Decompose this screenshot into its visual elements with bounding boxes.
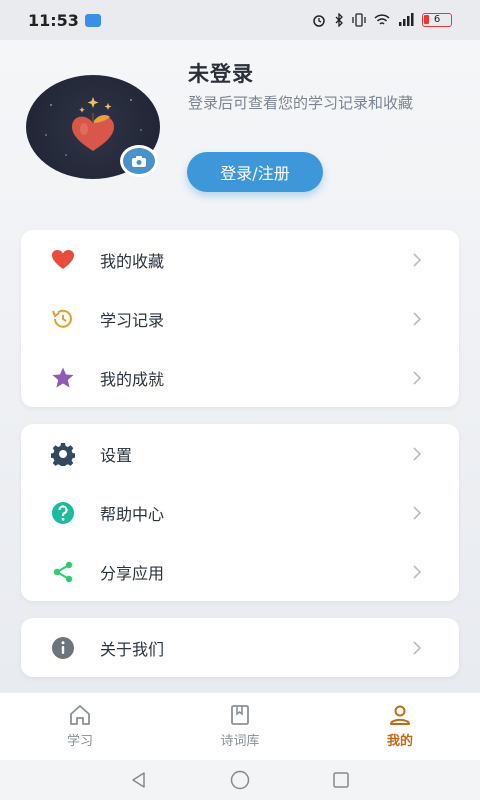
home-icon — [70, 705, 90, 725]
menu-item-label: 我的收藏 — [100, 251, 165, 271]
menu-item-about[interactable]: 关于我们 — [21, 618, 459, 677]
menu-item-share[interactable]: 分享应用 — [21, 542, 459, 601]
share-icon — [49, 558, 77, 586]
chevron-right-icon — [413, 641, 422, 655]
menu-card-about: 关于我们 — [21, 618, 459, 677]
heart-icon — [49, 246, 77, 274]
menu-item-history[interactable]: 学习记录 — [21, 289, 459, 348]
vibrate-icon — [352, 13, 366, 27]
chevron-right-icon — [413, 312, 422, 326]
message-notification-icon — [84, 13, 101, 27]
tab-study[interactable]: 学习 — [20, 704, 140, 749]
menu-item-achievements[interactable]: 我的成就 — [21, 348, 459, 407]
help-icon — [49, 499, 77, 527]
menu-item-label: 分享应用 — [100, 563, 165, 583]
chevron-right-icon — [413, 253, 422, 267]
bottom-tab-bar: 学习 诗词库 我的 — [0, 692, 480, 760]
login-register-button[interactable]: 登录/注册 — [187, 152, 323, 192]
chevron-right-icon — [413, 565, 422, 579]
chevron-right-icon — [413, 371, 422, 385]
gear-icon — [49, 440, 77, 468]
menu-item-label: 学习记录 — [100, 310, 165, 330]
status-right: 6 — [312, 13, 452, 27]
star-icon — [49, 364, 77, 392]
menu-card-secondary: 设置 帮助中心 分享应用 — [21, 424, 459, 601]
status-bar: 11:53 6 — [0, 0, 480, 40]
menu-item-label: 我的成就 — [100, 369, 165, 389]
recent-apps-icon[interactable] — [331, 770, 351, 790]
status-time: 11:53 — [28, 10, 79, 30]
user-icon — [390, 705, 410, 725]
menu-item-label: 设置 — [100, 445, 133, 465]
home-circle-icon[interactable] — [229, 769, 251, 791]
camera-icon — [132, 155, 146, 167]
system-navigation-bar — [0, 760, 480, 800]
back-icon[interactable] — [129, 770, 149, 790]
change-avatar-button[interactable] — [120, 145, 158, 177]
info-icon — [49, 634, 77, 662]
menu-item-label: 关于我们 — [100, 639, 165, 659]
chevron-right-icon — [413, 506, 422, 520]
menu-item-label: 帮助中心 — [100, 504, 165, 524]
tab-profile[interactable]: 我的 — [340, 704, 460, 749]
alarm-icon — [313, 15, 325, 27]
book-icon — [231, 705, 249, 725]
status-left: 11:53 — [28, 11, 101, 30]
signal-icon — [399, 13, 414, 26]
battery-indicator: 6 — [422, 13, 452, 27]
tab-label: 我的 — [386, 734, 413, 749]
bluetooth-icon — [335, 13, 343, 27]
tab-poetry-library[interactable]: 诗词库 — [180, 704, 300, 749]
menu-item-favorites[interactable]: 我的收藏 — [21, 230, 459, 289]
chevron-right-icon — [413, 447, 422, 461]
profile-name: 未登录 — [188, 62, 254, 86]
menu-item-help[interactable]: 帮助中心 — [21, 483, 459, 542]
tab-label: 学习 — [66, 734, 93, 749]
menu-card-primary: 我的收藏 学习记录 我的成就 — [21, 230, 459, 407]
wifi-icon — [374, 14, 390, 25]
profile-description: 登录后可查看您的学习记录和收藏 — [188, 94, 414, 112]
history-icon — [49, 305, 77, 333]
tab-label: 诗词库 — [220, 734, 260, 749]
menu-item-settings[interactable]: 设置 — [21, 424, 459, 483]
